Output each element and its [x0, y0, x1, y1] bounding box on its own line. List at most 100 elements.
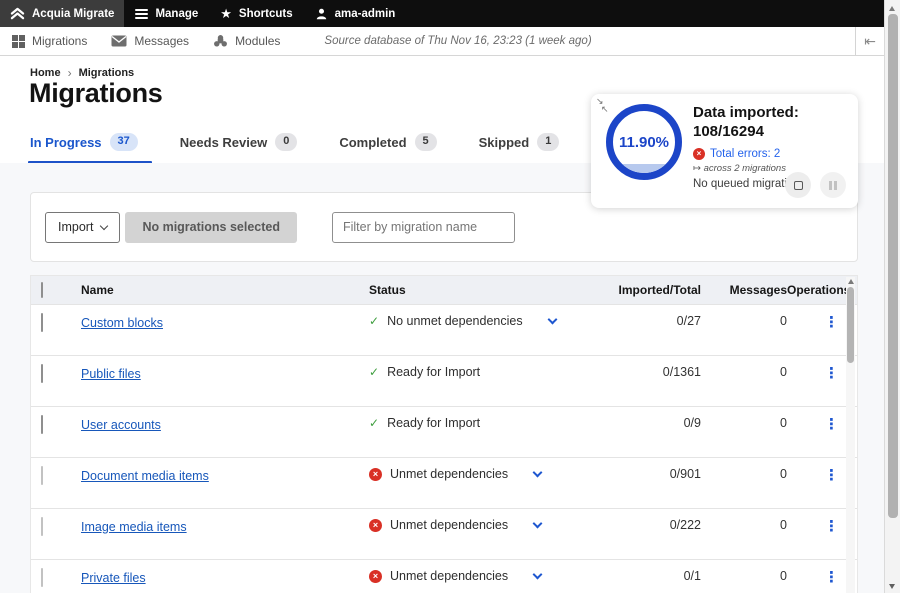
kebab-menu-icon[interactable]: ⋮ — [824, 518, 839, 535]
imported-total-cell: 0/9 — [597, 416, 701, 430]
secondary-toolbar: Migrations Messages Modules Source datab… — [0, 27, 884, 56]
messages-nav-item[interactable]: Messages — [99, 34, 201, 48]
messages-cell: 0 — [701, 569, 787, 583]
acquia-migrate-brand[interactable]: Acquia Migrate — [0, 0, 124, 27]
migration-name-link[interactable]: Document media items — [81, 469, 209, 483]
table-scrollbar[interactable] — [846, 277, 855, 593]
imported-total-cell: 0/901 — [597, 467, 701, 481]
grid-icon — [12, 35, 25, 48]
row-checkbox[interactable] — [41, 313, 43, 332]
success-check-icon: ✓ — [369, 314, 379, 328]
selection-status-button: No migrations selected — [125, 212, 297, 243]
migration-name-link[interactable]: User accounts — [81, 418, 161, 432]
tab-count-badge: 1 — [537, 133, 559, 150]
imported-total-cell: 0/1361 — [597, 365, 701, 379]
row-checkbox[interactable] — [41, 415, 43, 434]
scroll-up-arrow-icon[interactable] — [889, 6, 895, 11]
chevron-down-icon[interactable] — [547, 315, 557, 325]
success-check-icon: ✓ — [369, 416, 379, 430]
stop-import-button[interactable] — [785, 172, 811, 198]
chevron-down-icon[interactable] — [533, 468, 543, 478]
user-label: ama-admin — [335, 8, 396, 20]
error-cross-icon: × — [693, 148, 705, 160]
data-imported-ratio: 108/16294 — [693, 123, 851, 142]
scroll-up-arrow-icon[interactable] — [848, 279, 854, 284]
migration-name-link[interactable]: Image media items — [81, 520, 187, 534]
status-label: Ready for Import — [387, 365, 480, 379]
tab-count-badge: 0 — [275, 133, 297, 150]
table-row: Private files × Unmet dependencies 0/1 0… — [31, 559, 857, 593]
messages-cell: 0 — [701, 314, 787, 328]
error-cross-icon: × — [369, 468, 382, 481]
migrations-table: Name Status Imported/Total Messages Oper… — [30, 275, 858, 593]
import-dropdown-button[interactable]: Import — [45, 212, 120, 243]
row-checkbox[interactable] — [41, 466, 43, 485]
progress-ring: 11.90% — [606, 104, 682, 180]
messages-cell: 0 — [701, 467, 787, 481]
messages-cell: 0 — [701, 365, 787, 379]
table-row: User accounts ✓ Ready for Import 0/9 0 ⋮ — [31, 406, 857, 457]
page-title: Migrations — [29, 78, 163, 109]
user-menu-item[interactable]: ama-admin — [304, 0, 407, 27]
modules-icon — [213, 34, 228, 48]
chevron-down-icon[interactable] — [533, 519, 543, 529]
pause-import-button[interactable] — [820, 172, 846, 198]
acquia-logo-icon — [10, 7, 25, 20]
messages-nav-label: Messages — [134, 34, 189, 48]
chevron-down-icon[interactable] — [533, 570, 543, 580]
migration-name-link[interactable]: Custom blocks — [81, 316, 163, 330]
scroll-down-arrow-icon[interactable] — [889, 584, 895, 589]
tab-in-progress[interactable]: In Progress 37 — [30, 130, 138, 154]
user-icon — [315, 7, 328, 21]
row-checkbox[interactable] — [41, 568, 43, 587]
collapse-card-icon[interactable]: ↘ ↖ — [596, 96, 612, 114]
migrations-nav-label: Migrations — [32, 34, 87, 48]
table-row: Custom blocks ✓ No unmet dependencies 0/… — [31, 304, 857, 355]
window-scrollbar[interactable] — [884, 0, 900, 593]
header-messages: Messages — [701, 283, 787, 297]
tab-skipped[interactable]: Skipped 1 — [479, 130, 560, 154]
shortcuts-label: Shortcuts — [239, 8, 293, 20]
kebab-menu-icon[interactable]: ⋮ — [824, 416, 839, 433]
header-imported-total: Imported/Total — [597, 283, 701, 297]
app-window: Acquia Migrate Manage ★ Shortcuts ama-ad… — [0, 0, 900, 593]
migration-name-link[interactable]: Public files — [81, 367, 141, 381]
imported-total-cell: 0/27 — [597, 314, 701, 328]
kebab-menu-icon[interactable]: ⋮ — [824, 569, 839, 586]
header-status: Status — [369, 283, 597, 297]
data-imported-title: Data imported: 108/16294 — [693, 104, 851, 142]
shortcuts-menu-item[interactable]: ★ Shortcuts — [209, 0, 303, 27]
modules-nav-label: Modules — [235, 34, 280, 48]
migration-filter-input[interactable] — [332, 212, 515, 243]
table-header-row: Name Status Imported/Total Messages Oper… — [31, 276, 857, 304]
tab-needs-review[interactable]: Needs Review 0 — [180, 130, 298, 154]
table-rows: Custom blocks ✓ No unmet dependencies 0/… — [31, 304, 857, 593]
table-row: Image media items × Unmet dependencies 0… — [31, 508, 857, 559]
table-row: Document media items × Unmet dependencie… — [31, 457, 857, 508]
manage-menu-item[interactable]: Manage — [124, 0, 209, 27]
kebab-menu-icon[interactable]: ⋮ — [824, 467, 839, 484]
star-icon: ★ — [220, 7, 232, 20]
imported-total-cell: 0/1 — [597, 569, 701, 583]
select-all-checkbox[interactable] — [41, 282, 43, 298]
error-cross-icon: × — [369, 570, 382, 583]
status-label: Unmet dependencies — [390, 569, 508, 583]
kebab-menu-icon[interactable]: ⋮ — [824, 314, 839, 331]
window-scrollbar-thumb[interactable] — [888, 14, 898, 518]
envelope-icon — [111, 35, 127, 47]
header-name: Name — [81, 283, 369, 297]
total-errors-link[interactable]: Total errors: 2 — [710, 148, 780, 160]
kebab-menu-icon[interactable]: ⋮ — [824, 365, 839, 382]
tab-completed[interactable]: Completed 5 — [339, 130, 436, 154]
row-checkbox[interactable] — [41, 364, 43, 383]
status-label: No unmet dependencies — [387, 314, 523, 328]
error-cross-icon: × — [369, 519, 382, 532]
table-row: Public files ✓ Ready for Import 0/1361 0… — [31, 355, 857, 406]
row-checkbox[interactable] — [41, 517, 43, 536]
hamburger-icon — [135, 9, 148, 19]
modules-nav-item[interactable]: Modules — [201, 34, 292, 48]
table-scrollbar-thumb[interactable] — [847, 287, 854, 363]
migration-name-link[interactable]: Private files — [81, 571, 146, 585]
migrations-nav-item[interactable]: Migrations — [0, 34, 99, 48]
collapse-toolbar-button[interactable]: ⇤ — [855, 27, 884, 55]
